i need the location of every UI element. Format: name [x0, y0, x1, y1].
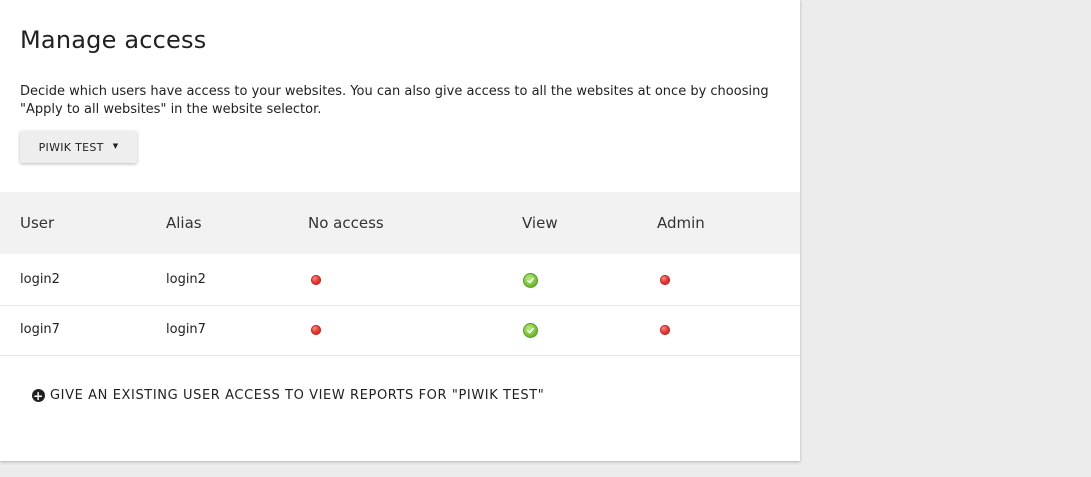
user-login: login2: [20, 272, 60, 287]
column-header-no-access: No access: [308, 214, 384, 232]
no-access-toggle-icon[interactable]: [311, 325, 321, 335]
table-header: User Alias No access View Admin: [0, 192, 800, 254]
user-login: login7: [20, 322, 60, 337]
page-title: Manage access: [20, 26, 207, 54]
website-selector-button[interactable]: PIWIK TEST ▼: [20, 131, 137, 163]
user-alias: login2: [166, 272, 206, 287]
column-header-view: View: [522, 214, 558, 232]
user-alias: login7: [166, 322, 206, 337]
view-access-check-icon[interactable]: [523, 323, 538, 338]
give-access-button[interactable]: + GIVE AN EXISTING USER ACCESS TO VIEW R…: [32, 388, 544, 403]
manage-access-card: Manage access Decide which users have ac…: [0, 0, 800, 461]
table-row: login2 login2: [0, 255, 800, 306]
give-access-label: GIVE AN EXISTING USER ACCESS TO VIEW REP…: [50, 388, 545, 403]
no-access-toggle-icon[interactable]: [311, 275, 321, 285]
page-description: Decide which users have access to your w…: [20, 84, 769, 117]
caret-down-icon: ▼: [112, 142, 119, 150]
column-header-admin: Admin: [657, 214, 705, 232]
website-selector-label: PIWIK TEST: [38, 140, 104, 154]
column-header-alias: Alias: [166, 214, 202, 232]
table-row: login7 login7: [0, 305, 800, 356]
admin-access-toggle-icon[interactable]: [660, 275, 670, 285]
column-header-user: User: [20, 214, 55, 232]
plus-circle-icon: +: [32, 388, 45, 403]
view-access-check-icon[interactable]: [523, 273, 538, 288]
admin-access-toggle-icon[interactable]: [660, 325, 670, 335]
